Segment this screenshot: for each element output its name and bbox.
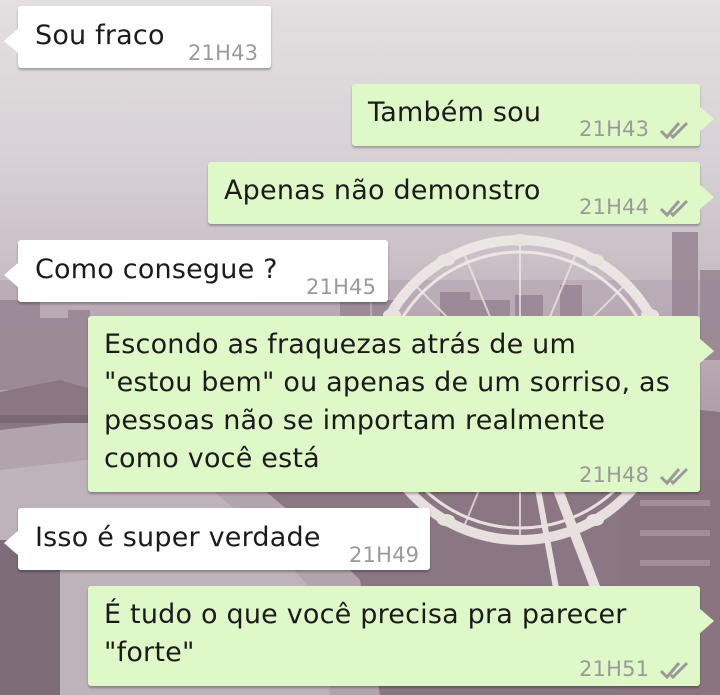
message-time: 21H45 bbox=[306, 275, 377, 299]
message-bubble-incoming[interactable]: Sou fraco 21H43 bbox=[4, 6, 271, 68]
message-meta: 21H48 bbox=[579, 456, 691, 494]
message-bubble-incoming[interactable]: Como consegue ? 21H45 bbox=[4, 240, 388, 302]
message-bubble-outgoing[interactable]: É tudo o que você precisa pra parecer "f… bbox=[88, 586, 714, 688]
message-text: Como consegue ? bbox=[35, 254, 278, 285]
double-check-icon bbox=[660, 661, 689, 680]
message-bubble-incoming[interactable]: Isso é super verdade 21H49 bbox=[4, 508, 430, 570]
message-time: 21H48 bbox=[579, 463, 650, 487]
message-meta: 21H43 bbox=[579, 110, 691, 148]
message-time: 21H43 bbox=[188, 41, 259, 65]
double-check-icon bbox=[660, 121, 689, 140]
message-time: 21H44 bbox=[579, 195, 650, 219]
message-text: Isso é super verdade bbox=[35, 522, 321, 553]
double-check-icon bbox=[660, 467, 689, 486]
message-text: Apenas não demonstro bbox=[224, 175, 541, 206]
double-check-icon bbox=[660, 199, 689, 218]
message-bubble-outgoing[interactable]: Apenas não demonstro 21H44 bbox=[208, 162, 714, 226]
message-time: 21H43 bbox=[579, 117, 650, 141]
message-time: 21H51 bbox=[579, 657, 650, 681]
message-meta: 21H51 bbox=[579, 650, 691, 688]
message-text: Também sou bbox=[368, 97, 542, 128]
message-time: 21H49 bbox=[349, 543, 420, 567]
message-text: Sou fraco bbox=[35, 20, 165, 51]
message-meta: 21H44 bbox=[579, 188, 691, 226]
message-bubble-outgoing[interactable]: Escondo as fraquezas atrás de um "estou … bbox=[88, 316, 714, 494]
message-bubble-outgoing[interactable]: Também sou 21H43 bbox=[352, 84, 714, 148]
